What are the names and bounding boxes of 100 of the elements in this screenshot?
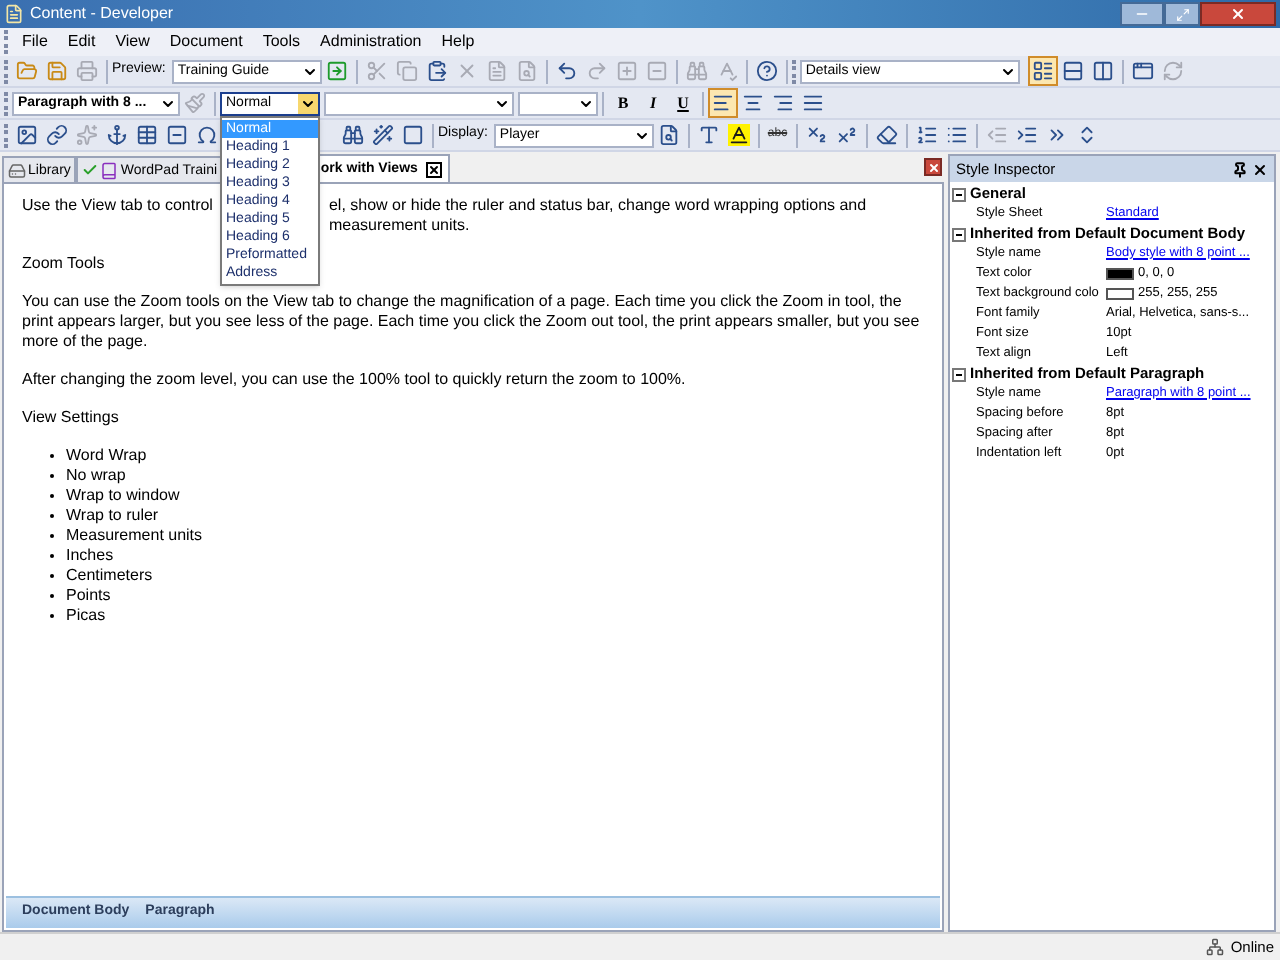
brush-icon (184, 92, 206, 114)
tab-close-icon[interactable] (425, 161, 442, 177)
check-icon (82, 162, 99, 178)
details-view-button[interactable] (1027, 56, 1058, 86)
clipboard-icon (425, 60, 448, 82)
paragraph: After changing the zoom level, you can use the 100% tool to quickly return the zoom to 100%. (22, 370, 686, 390)
maximize-button[interactable] (1164, 2, 1200, 26)
menu-item[interactable]: Help (431, 34, 485, 50)
paragraph: Zoom Tools (22, 254, 105, 274)
printer-icon (76, 60, 98, 82)
spell-check-icon (715, 60, 738, 82)
undo-icon (555, 60, 578, 82)
drive-icon (8, 161, 26, 179)
bold-button[interactable]: B (608, 88, 638, 118)
list-layout-icon (1031, 60, 1054, 82)
find-replace-button[interactable] (338, 120, 368, 150)
omega-icon (196, 124, 218, 146)
menu-item[interactable]: Document (159, 34, 253, 50)
collapse-icon[interactable] (952, 227, 966, 241)
list-item: Centimeters (66, 566, 153, 586)
help-icon (755, 60, 778, 82)
paragraph: You can use the Zoom tools on the View tab to change the magnification of a page. Each time you click the Zoom in tool, the print appears larger, but you see less of the page. Each time you click the Zoom out tool, the print appears smaller, but you see more of the page. (22, 292, 922, 352)
menu-item[interactable]: File (12, 34, 58, 50)
app-icon (4, 4, 24, 24)
anchor-icon (106, 124, 128, 146)
document-search-icon (515, 60, 538, 82)
table-icon (136, 124, 158, 146)
binoculars-icon (685, 60, 708, 82)
letter-a-icon (727, 124, 750, 146)
numbered-list-icon (915, 124, 938, 146)
close-icon (1230, 6, 1246, 22)
list-item: Wrap to window (66, 486, 180, 506)
list-item: Points (66, 586, 111, 606)
insert-table-button[interactable] (132, 120, 162, 150)
justify-icon (802, 92, 824, 114)
rows-icon (1061, 60, 1084, 82)
menu-item[interactable]: Administration (310, 34, 432, 50)
help-button[interactable] (751, 56, 782, 86)
scissors-icon (365, 60, 388, 82)
redo-icon (585, 60, 608, 82)
columns-icon (1091, 60, 1114, 82)
copy-icon (395, 60, 418, 82)
collapse-icon[interactable] (952, 367, 966, 381)
network-icon (1206, 938, 1225, 956)
horizontal-rule-button[interactable] (162, 120, 192, 150)
indent-icon (1015, 124, 1038, 146)
link-icon (46, 124, 68, 146)
square-icon (402, 124, 424, 146)
window-icon (1131, 60, 1154, 82)
sparkles-icon (76, 124, 98, 146)
minus-square-icon (645, 60, 668, 82)
align-right-icon (772, 92, 794, 114)
collapse-icon[interactable] (952, 187, 966, 201)
menu-item[interactable]: Tools (252, 34, 311, 50)
eraser-icon (875, 124, 898, 146)
outdent-icon (985, 124, 1008, 146)
align-left-button[interactable] (708, 88, 738, 118)
close-icon[interactable] (1252, 161, 1268, 177)
document-icon (485, 60, 508, 82)
list-item: Inches (66, 546, 114, 566)
maximize-icon (1175, 7, 1189, 21)
list-item: No wrap (66, 466, 126, 486)
cross-icon (455, 60, 478, 82)
insert-image-button[interactable] (12, 120, 42, 150)
minimize-button[interactable] (1120, 2, 1164, 26)
paragraph-fragment: el, show or hide the ruler and status bar, change word wrapping options and measurement units. (328, 196, 869, 236)
folder-icon (16, 60, 38, 82)
pin-icon[interactable] (1232, 161, 1248, 177)
page-search-icon (657, 124, 680, 146)
list-item: Measurement units (66, 526, 203, 546)
close-button[interactable] (1200, 2, 1276, 26)
close-pane-icon[interactable] (924, 158, 942, 176)
insert-link-button[interactable] (42, 120, 72, 150)
wand-icon (372, 124, 394, 146)
plus-square-icon (615, 60, 638, 82)
subscript-icon (805, 124, 828, 146)
refresh-icon (1161, 60, 1184, 82)
menu-item[interactable]: Edit (57, 34, 106, 50)
letter-t-icon (697, 124, 720, 146)
book-icon (100, 161, 119, 179)
superscript-icon (835, 124, 858, 146)
picture-icon (16, 124, 38, 146)
align-center-icon (742, 92, 764, 114)
wand-button[interactable] (368, 120, 398, 150)
paragraph-fragment: Use the View tab to control (22, 196, 213, 218)
underline-button[interactable]: U (668, 88, 698, 118)
double-chevron-icon (1045, 124, 1068, 146)
window-title: Content - Developer (30, 6, 174, 22)
italic-button[interactable]: I (638, 88, 668, 118)
clear-format-button[interactable] (871, 120, 902, 150)
highlight-button[interactable] (723, 120, 754, 150)
frame-button[interactable] (398, 120, 428, 150)
paragraph: View Settings (22, 408, 119, 428)
anchor-button[interactable] (102, 120, 132, 150)
align-left-icon (712, 92, 734, 114)
list-item: Wrap to ruler (66, 506, 159, 526)
menu-item[interactable]: View (105, 34, 160, 50)
binoculars-icon (342, 124, 364, 146)
list-item: Picas (66, 606, 106, 626)
list-item: Word Wrap (66, 446, 147, 466)
